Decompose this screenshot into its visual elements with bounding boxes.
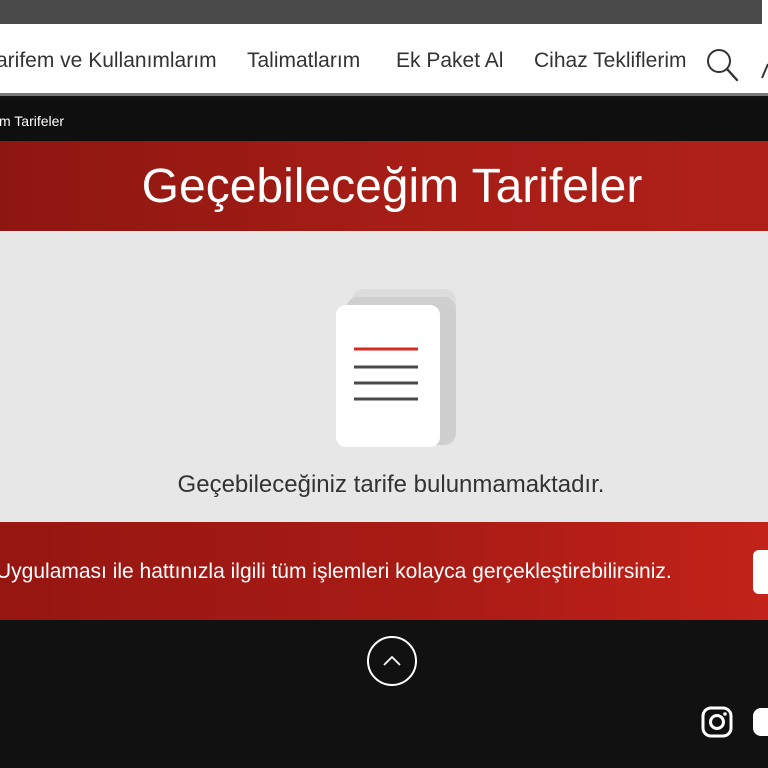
empty-state-message: Geçebileceğiniz tarife bulunmamaktadır.	[177, 471, 605, 498]
instagram-icon[interactable]	[701, 706, 733, 738]
empty-state-panel: Geçebileceğiniz tarife bulunmamaktadır.	[0, 231, 768, 522]
document-icon	[330, 289, 462, 453]
nav-item-instructions[interactable]: Talimatlarım	[247, 24, 360, 96]
chevron-up-icon	[383, 655, 401, 666]
user-icon[interactable]	[758, 44, 768, 84]
top-strip-bar	[0, 0, 768, 24]
search-icon[interactable]	[703, 44, 743, 84]
breadcrumb-bar: m Tarifeler	[0, 99, 768, 141]
youtube-icon[interactable]	[753, 708, 768, 736]
page-hero: Geçebileceğim Tarifeler	[0, 141, 768, 231]
nav-item-device-offers[interactable]: Cihaz Tekliflerim	[534, 24, 687, 96]
main-navigation: arifem ve Kullanımlarım Talimatlarım Ek …	[0, 24, 768, 96]
footer	[0, 620, 768, 768]
app-promo-banner: Uygulaması ile hattınızla ilgili tüm işl…	[0, 522, 768, 620]
nav-item-extra-package[interactable]: Ek Paket Al	[396, 24, 503, 96]
app-promo-text: Uygulaması ile hattınızla ilgili tüm işl…	[0, 560, 672, 583]
page-title: Geçebileceğim Tarifeler	[141, 160, 643, 213]
nav-item-tariff-usage[interactable]: arifem ve Kullanımlarım	[0, 24, 217, 96]
scroll-to-top-button[interactable]	[367, 636, 417, 686]
breadcrumb: m Tarifeler	[0, 113, 65, 129]
browser-top-strip	[0, 0, 768, 24]
app-download-button[interactable]	[753, 550, 768, 594]
